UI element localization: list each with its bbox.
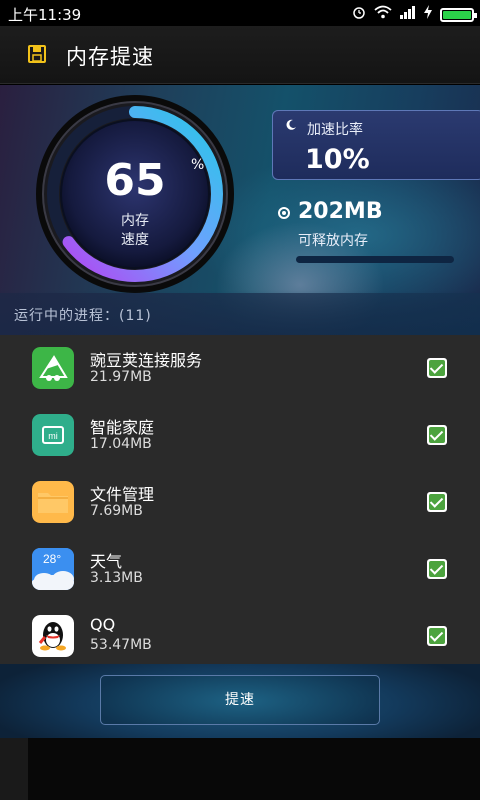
wifi-icon xyxy=(374,5,392,24)
app-size: 7.69MB xyxy=(90,503,143,519)
gauge-label-line1: 内存 xyxy=(121,213,149,229)
app-checkbox[interactable] xyxy=(427,425,447,445)
app-name: 文件管理 xyxy=(90,485,155,504)
app-name: QQ xyxy=(90,615,116,634)
app-name: 智能家庭 xyxy=(90,418,155,437)
list-item[interactable]: QQ 53.47MB xyxy=(0,603,480,664)
mi-home-icon: mi xyxy=(32,414,74,456)
weather-temp: 28° xyxy=(43,552,62,566)
releasable-memory-label: 可释放内存 xyxy=(298,233,368,249)
checkmark-icon xyxy=(429,561,445,577)
svg-text:mi: mi xyxy=(48,431,58,441)
title-bar: 内存提速 xyxy=(0,26,480,84)
qq-icon xyxy=(32,615,74,657)
app-name: 天气 xyxy=(90,552,123,571)
app-size: 17.04MB xyxy=(90,436,152,452)
checkmark-icon xyxy=(429,360,445,376)
process-header: 运行中的进程：(11) xyxy=(0,293,480,335)
list-item[interactable]: 豌豆荚连接服务 21.97MB xyxy=(0,335,480,402)
app-checkbox[interactable] xyxy=(427,492,447,512)
list-item[interactable]: 文件管理 7.69MB xyxy=(0,469,480,536)
app-checkbox[interactable] xyxy=(427,358,447,378)
status-time: 上午11:39 xyxy=(8,6,82,24)
radio-dot-icon xyxy=(278,207,290,219)
status-icons xyxy=(352,5,477,24)
wandoujia-icon xyxy=(32,347,74,389)
releasable-memory-value: 202MB xyxy=(298,199,383,224)
battery-fill xyxy=(443,10,471,19)
list-item[interactable]: 28° 天气 3.13MB xyxy=(0,536,480,603)
boost-ratio-value: 10% xyxy=(305,144,370,175)
alarm-icon xyxy=(352,5,366,24)
gauge-value: 65 xyxy=(104,155,166,206)
folder-icon xyxy=(32,481,74,523)
app-size: 53.47MB xyxy=(90,637,152,653)
status-bar: 上午11:39 xyxy=(0,0,480,26)
app-size: 21.97MB xyxy=(90,369,152,385)
gauge-label-line2: 速度 xyxy=(121,232,149,248)
app-size: 3.13MB xyxy=(90,570,143,586)
footer-bar: 提速 xyxy=(0,664,480,738)
process-list[interactable]: 豌豆荚连接服务 21.97MB mi 智能家庭 17.04MB 文件管理 7.6… xyxy=(0,335,480,664)
app-checkbox[interactable] xyxy=(427,559,447,579)
checkmark-icon xyxy=(429,494,445,510)
boost-ratio-card: 加速比率 10% xyxy=(272,110,480,180)
app-name: 豌豆荚连接服务 xyxy=(90,351,203,370)
boost-button[interactable]: 提速 xyxy=(100,675,380,725)
weather-icon: 28° xyxy=(32,548,74,590)
running-processes-title: 运行中的进程：(11) xyxy=(14,308,152,324)
signal-icon xyxy=(400,5,416,24)
checkmark-icon xyxy=(429,628,445,644)
navigation-area xyxy=(0,738,480,800)
checkmark-icon xyxy=(429,427,445,443)
memory-speed-gauge: 65 % 内存 速度 xyxy=(34,93,236,295)
releasable-memory-bar xyxy=(296,256,454,263)
list-item[interactable]: mi 智能家庭 17.04MB xyxy=(0,402,480,469)
moon-icon xyxy=(285,119,297,134)
gauge-unit: % xyxy=(191,157,205,173)
charging-icon xyxy=(424,5,432,24)
page-title: 内存提速 xyxy=(66,45,154,69)
navigation-edge xyxy=(0,738,28,800)
save-icon[interactable] xyxy=(28,45,46,63)
app-checkbox[interactable] xyxy=(427,626,447,646)
battery-icon xyxy=(440,7,477,22)
boost-ratio-label: 加速比率 xyxy=(307,122,363,138)
